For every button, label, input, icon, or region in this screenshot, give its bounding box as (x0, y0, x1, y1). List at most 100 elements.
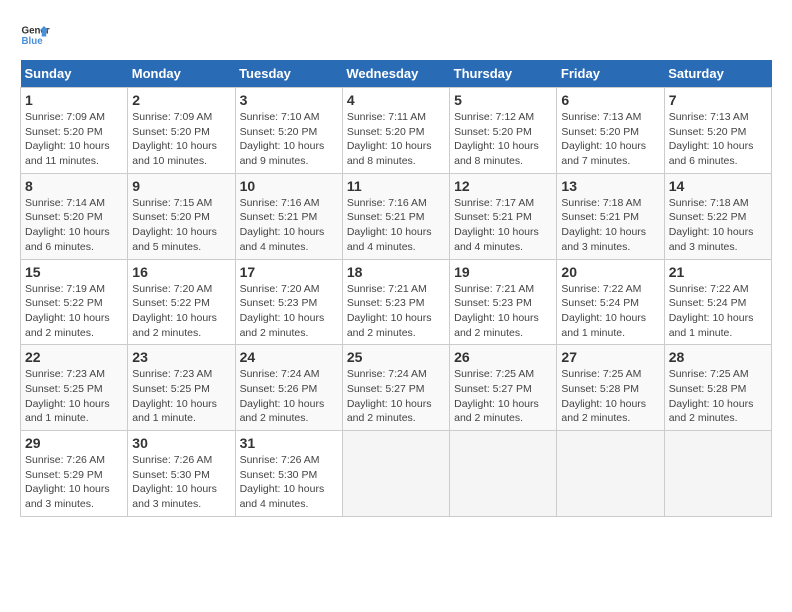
calendar-day-cell: 1 Sunrise: 7:09 AM Sunset: 5:20 PM Dayli… (21, 88, 128, 174)
calendar-day-cell: 18 Sunrise: 7:21 AM Sunset: 5:23 PM Dayl… (342, 259, 449, 345)
day-info: Sunrise: 7:21 AM Sunset: 5:23 PM Dayligh… (454, 282, 552, 341)
day-number: 12 (454, 178, 552, 194)
calendar-header-row: SundayMondayTuesdayWednesdayThursdayFrid… (21, 60, 772, 88)
day-info: Sunrise: 7:21 AM Sunset: 5:23 PM Dayligh… (347, 282, 445, 341)
header-day-saturday: Saturday (664, 60, 771, 88)
calendar-day-cell: 11 Sunrise: 7:16 AM Sunset: 5:21 PM Dayl… (342, 173, 449, 259)
calendar-day-cell: 15 Sunrise: 7:19 AM Sunset: 5:22 PM Dayl… (21, 259, 128, 345)
day-number: 25 (347, 349, 445, 365)
header: General Blue (20, 20, 772, 50)
calendar-week-row: 8 Sunrise: 7:14 AM Sunset: 5:20 PM Dayli… (21, 173, 772, 259)
day-info: Sunrise: 7:15 AM Sunset: 5:20 PM Dayligh… (132, 196, 230, 255)
day-number: 21 (669, 264, 767, 280)
day-number: 20 (561, 264, 659, 280)
calendar-day-cell: 2 Sunrise: 7:09 AM Sunset: 5:20 PM Dayli… (128, 88, 235, 174)
calendar-day-cell: 25 Sunrise: 7:24 AM Sunset: 5:27 PM Dayl… (342, 345, 449, 431)
day-info: Sunrise: 7:16 AM Sunset: 5:21 PM Dayligh… (240, 196, 338, 255)
day-number: 3 (240, 92, 338, 108)
calendar-day-cell: 23 Sunrise: 7:23 AM Sunset: 5:25 PM Dayl… (128, 345, 235, 431)
calendar-day-cell: 24 Sunrise: 7:24 AM Sunset: 5:26 PM Dayl… (235, 345, 342, 431)
day-info: Sunrise: 7:26 AM Sunset: 5:29 PM Dayligh… (25, 453, 123, 512)
header-day-sunday: Sunday (21, 60, 128, 88)
header-day-thursday: Thursday (450, 60, 557, 88)
logo: General Blue (20, 20, 50, 50)
day-number: 7 (669, 92, 767, 108)
day-number: 22 (25, 349, 123, 365)
calendar-day-cell: 27 Sunrise: 7:25 AM Sunset: 5:28 PM Dayl… (557, 345, 664, 431)
header-day-monday: Monday (128, 60, 235, 88)
day-info: Sunrise: 7:22 AM Sunset: 5:24 PM Dayligh… (669, 282, 767, 341)
calendar-day-cell: 7 Sunrise: 7:13 AM Sunset: 5:20 PM Dayli… (664, 88, 771, 174)
calendar-day-cell: 13 Sunrise: 7:18 AM Sunset: 5:21 PM Dayl… (557, 173, 664, 259)
day-number: 5 (454, 92, 552, 108)
empty-cell (450, 431, 557, 517)
calendar-day-cell: 29 Sunrise: 7:26 AM Sunset: 5:29 PM Dayl… (21, 431, 128, 517)
calendar-table: SundayMondayTuesdayWednesdayThursdayFrid… (20, 60, 772, 517)
day-info: Sunrise: 7:20 AM Sunset: 5:22 PM Dayligh… (132, 282, 230, 341)
day-number: 16 (132, 264, 230, 280)
day-number: 27 (561, 349, 659, 365)
day-number: 10 (240, 178, 338, 194)
day-info: Sunrise: 7:09 AM Sunset: 5:20 PM Dayligh… (25, 110, 123, 169)
day-info: Sunrise: 7:22 AM Sunset: 5:24 PM Dayligh… (561, 282, 659, 341)
empty-cell (664, 431, 771, 517)
day-info: Sunrise: 7:10 AM Sunset: 5:20 PM Dayligh… (240, 110, 338, 169)
logo-icon: General Blue (20, 20, 50, 50)
day-number: 30 (132, 435, 230, 451)
day-info: Sunrise: 7:20 AM Sunset: 5:23 PM Dayligh… (240, 282, 338, 341)
day-number: 26 (454, 349, 552, 365)
day-info: Sunrise: 7:24 AM Sunset: 5:26 PM Dayligh… (240, 367, 338, 426)
calendar-day-cell: 31 Sunrise: 7:26 AM Sunset: 5:30 PM Dayl… (235, 431, 342, 517)
day-number: 14 (669, 178, 767, 194)
calendar-day-cell: 5 Sunrise: 7:12 AM Sunset: 5:20 PM Dayli… (450, 88, 557, 174)
calendar-week-row: 15 Sunrise: 7:19 AM Sunset: 5:22 PM Dayl… (21, 259, 772, 345)
day-number: 4 (347, 92, 445, 108)
day-info: Sunrise: 7:18 AM Sunset: 5:22 PM Dayligh… (669, 196, 767, 255)
day-info: Sunrise: 7:19 AM Sunset: 5:22 PM Dayligh… (25, 282, 123, 341)
day-number: 8 (25, 178, 123, 194)
day-info: Sunrise: 7:12 AM Sunset: 5:20 PM Dayligh… (454, 110, 552, 169)
calendar-week-row: 22 Sunrise: 7:23 AM Sunset: 5:25 PM Dayl… (21, 345, 772, 431)
day-info: Sunrise: 7:24 AM Sunset: 5:27 PM Dayligh… (347, 367, 445, 426)
calendar-day-cell: 6 Sunrise: 7:13 AM Sunset: 5:20 PM Dayli… (557, 88, 664, 174)
day-number: 18 (347, 264, 445, 280)
day-info: Sunrise: 7:25 AM Sunset: 5:28 PM Dayligh… (669, 367, 767, 426)
calendar-day-cell: 12 Sunrise: 7:17 AM Sunset: 5:21 PM Dayl… (450, 173, 557, 259)
day-number: 11 (347, 178, 445, 194)
calendar-day-cell: 26 Sunrise: 7:25 AM Sunset: 5:27 PM Dayl… (450, 345, 557, 431)
calendar-week-row: 1 Sunrise: 7:09 AM Sunset: 5:20 PM Dayli… (21, 88, 772, 174)
calendar-day-cell: 3 Sunrise: 7:10 AM Sunset: 5:20 PM Dayli… (235, 88, 342, 174)
day-info: Sunrise: 7:25 AM Sunset: 5:27 PM Dayligh… (454, 367, 552, 426)
day-number: 31 (240, 435, 338, 451)
calendar-day-cell: 30 Sunrise: 7:26 AM Sunset: 5:30 PM Dayl… (128, 431, 235, 517)
day-info: Sunrise: 7:17 AM Sunset: 5:21 PM Dayligh… (454, 196, 552, 255)
calendar-day-cell: 20 Sunrise: 7:22 AM Sunset: 5:24 PM Dayl… (557, 259, 664, 345)
day-info: Sunrise: 7:14 AM Sunset: 5:20 PM Dayligh… (25, 196, 123, 255)
empty-cell (342, 431, 449, 517)
day-number: 29 (25, 435, 123, 451)
day-info: Sunrise: 7:09 AM Sunset: 5:20 PM Dayligh… (132, 110, 230, 169)
day-number: 17 (240, 264, 338, 280)
calendar-day-cell: 9 Sunrise: 7:15 AM Sunset: 5:20 PM Dayli… (128, 173, 235, 259)
day-number: 13 (561, 178, 659, 194)
day-info: Sunrise: 7:13 AM Sunset: 5:20 PM Dayligh… (561, 110, 659, 169)
calendar-day-cell: 10 Sunrise: 7:16 AM Sunset: 5:21 PM Dayl… (235, 173, 342, 259)
header-day-tuesday: Tuesday (235, 60, 342, 88)
day-number: 1 (25, 92, 123, 108)
day-number: 9 (132, 178, 230, 194)
day-info: Sunrise: 7:18 AM Sunset: 5:21 PM Dayligh… (561, 196, 659, 255)
calendar-day-cell: 28 Sunrise: 7:25 AM Sunset: 5:28 PM Dayl… (664, 345, 771, 431)
empty-cell (557, 431, 664, 517)
day-number: 15 (25, 264, 123, 280)
day-info: Sunrise: 7:26 AM Sunset: 5:30 PM Dayligh… (132, 453, 230, 512)
day-number: 6 (561, 92, 659, 108)
day-info: Sunrise: 7:23 AM Sunset: 5:25 PM Dayligh… (132, 367, 230, 426)
day-info: Sunrise: 7:16 AM Sunset: 5:21 PM Dayligh… (347, 196, 445, 255)
day-number: 24 (240, 349, 338, 365)
calendar-day-cell: 21 Sunrise: 7:22 AM Sunset: 5:24 PM Dayl… (664, 259, 771, 345)
day-number: 19 (454, 264, 552, 280)
calendar-day-cell: 16 Sunrise: 7:20 AM Sunset: 5:22 PM Dayl… (128, 259, 235, 345)
calendar-week-row: 29 Sunrise: 7:26 AM Sunset: 5:29 PM Dayl… (21, 431, 772, 517)
calendar-day-cell: 4 Sunrise: 7:11 AM Sunset: 5:20 PM Dayli… (342, 88, 449, 174)
calendar-day-cell: 19 Sunrise: 7:21 AM Sunset: 5:23 PM Dayl… (450, 259, 557, 345)
